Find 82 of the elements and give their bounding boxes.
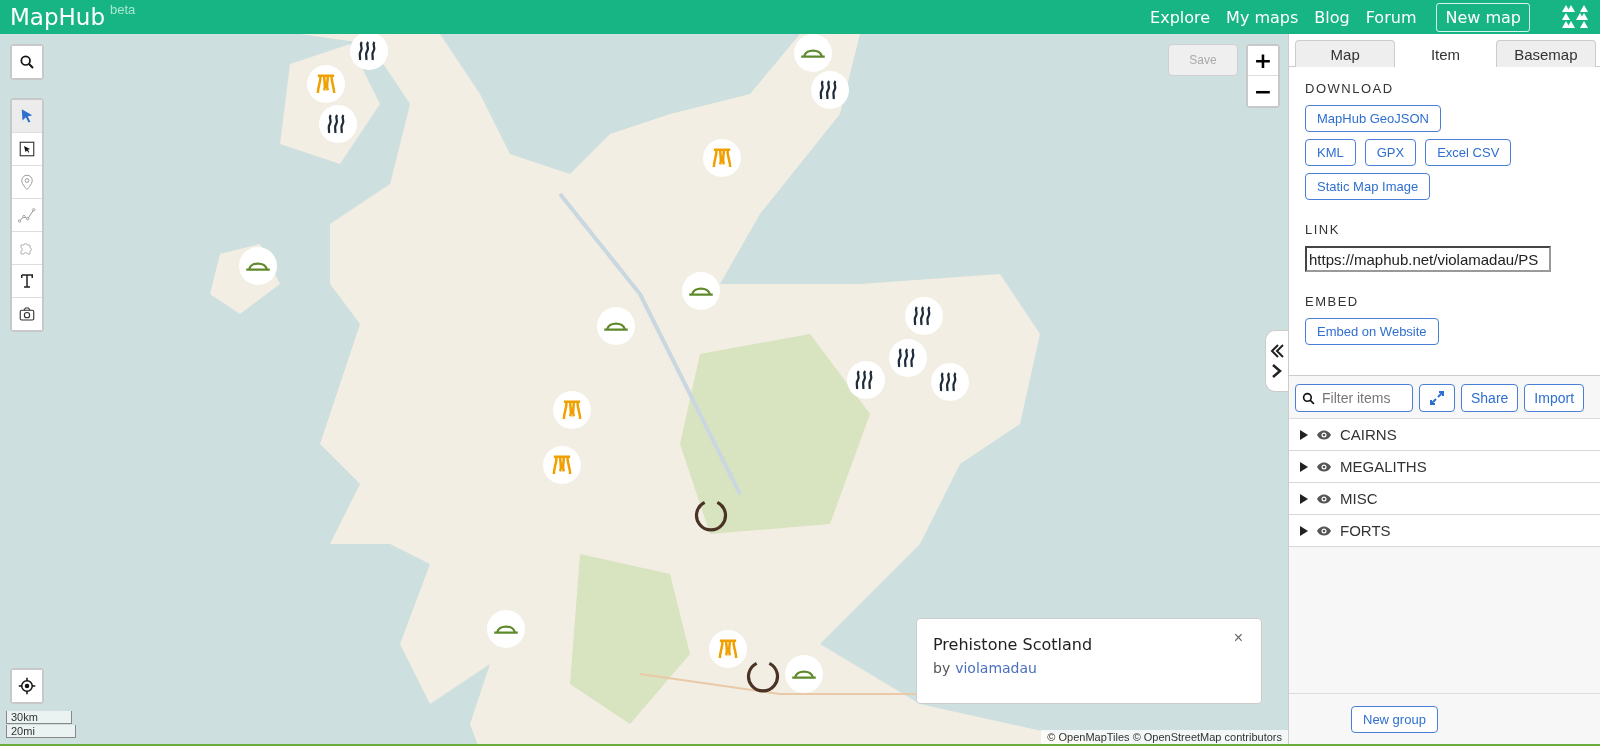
logo[interactable]: MapHub <box>10 4 105 30</box>
cairn-marker-icon[interactable] <box>543 446 581 484</box>
eye-icon[interactable] <box>1316 428 1332 441</box>
nav-link[interactable]: Forum <box>1365 7 1417 27</box>
mound-marker-icon[interactable] <box>487 610 525 648</box>
filter-input[interactable]: Filter items <box>1320 389 1404 407</box>
search-button[interactable] <box>10 44 44 80</box>
new-map-button[interactable]: New map <box>1436 2 1530 32</box>
section-heading: LINK <box>1305 222 1341 237</box>
group-row[interactable]: MEGALITHS <box>1289 451 1600 483</box>
crosshair-icon <box>18 677 36 695</box>
mound-marker-icon[interactable] <box>239 247 277 285</box>
embed-button[interactable]: Embed on Website <box>1305 318 1439 345</box>
panel-toggle[interactable] <box>1265 330 1288 392</box>
standing-stones-marker-icon[interactable] <box>350 34 388 70</box>
text-icon <box>18 272 36 290</box>
group-label: MISC <box>1340 490 1378 507</box>
filter-field[interactable]: Filter items <box>1295 384 1413 412</box>
cairn-marker-icon[interactable] <box>307 65 345 103</box>
group-label: MEGALITHS <box>1340 458 1427 475</box>
chevrons-left-icon <box>1270 343 1284 359</box>
attribution: © OpenMapTiles © OpenStreetMap contributors <box>1041 730 1288 744</box>
scale-bar: 30km <box>6 711 72 724</box>
download-button[interactable]: MapHub GeoJSON <box>1305 105 1441 132</box>
caret-right-icon[interactable] <box>1299 493 1308 504</box>
download-button[interactable]: GPX <box>1364 139 1417 166</box>
scale-bar: 20mi <box>6 725 76 738</box>
mound-marker-icon[interactable] <box>597 307 635 345</box>
section-heading: DOWNLOAD <box>1305 81 1395 96</box>
share-button[interactable]: Share <box>1461 384 1519 412</box>
caret-right-icon[interactable] <box>1299 525 1308 536</box>
nav-link[interactable]: Explore <box>1150 7 1211 27</box>
tab[interactable]: Basemap <box>1495 40 1596 67</box>
mound-marker-icon[interactable] <box>785 655 823 693</box>
nav-link[interactable]: My maps <box>1226 7 1299 27</box>
map-pin-icon <box>18 173 36 191</box>
nav-link[interactable]: Blog <box>1314 7 1350 27</box>
standing-stones-marker-icon[interactable] <box>811 71 849 109</box>
eye-icon[interactable] <box>1316 524 1332 537</box>
eye-icon[interactable] <box>1316 492 1332 505</box>
caret-right-icon[interactable] <box>1299 429 1308 440</box>
eye-icon[interactable] <box>1316 460 1332 473</box>
expand-icon <box>1429 390 1445 406</box>
mound-marker-icon[interactable] <box>682 272 720 310</box>
polyline-icon <box>18 206 36 224</box>
standing-stones-marker-icon[interactable] <box>889 339 927 377</box>
cairn-marker-icon[interactable] <box>553 391 591 429</box>
caret-right-icon[interactable] <box>1299 461 1308 472</box>
section-heading: EMBED <box>1305 294 1360 309</box>
camera-icon <box>18 305 36 323</box>
download-button[interactable]: Static Map Image <box>1305 173 1431 200</box>
tool-button[interactable] <box>12 100 42 133</box>
group-row[interactable]: CAIRNS <box>1289 419 1600 451</box>
arrow-in-square-icon <box>18 140 36 158</box>
standing-stones-marker-icon[interactable] <box>905 297 943 335</box>
by-label: by <box>933 660 951 676</box>
import-button[interactable]: Import <box>1524 384 1585 412</box>
zoom-in-button[interactable]: + <box>1248 46 1278 76</box>
group-label: FORTS <box>1340 522 1391 539</box>
map-title: Prehistone Scotland <box>933 635 1093 654</box>
group-label: CAIRNS <box>1340 426 1397 443</box>
download-button[interactable]: KML <box>1305 139 1356 166</box>
close-button[interactable]: × <box>1233 629 1243 647</box>
tab[interactable]: Map <box>1295 40 1396 67</box>
standing-stones-marker-icon[interactable] <box>847 361 885 399</box>
download-button[interactable]: Excel CSV <box>1425 139 1512 166</box>
standing-stones-marker-icon[interactable] <box>931 363 969 401</box>
mound-marker-icon[interactable] <box>794 34 832 72</box>
search-icon <box>1302 391 1315 405</box>
group-row[interactable]: FORTS <box>1289 515 1600 547</box>
chevron-right-icon <box>1270 363 1284 379</box>
new-group-button[interactable]: New group <box>1351 705 1438 733</box>
author-link[interactable]: violamadau <box>955 660 1037 676</box>
standing-stones-marker-icon[interactable] <box>319 105 357 143</box>
link-field[interactable]: https://maphub.net/violamadau/PS <box>1305 246 1551 272</box>
locate-button[interactable] <box>10 668 44 704</box>
cairn-marker-icon[interactable] <box>709 630 747 668</box>
beta-label: beta <box>110 2 136 17</box>
expand-button[interactable] <box>1419 384 1455 412</box>
group-row[interactable]: MISC <box>1289 483 1600 515</box>
cairn-marker-icon[interactable] <box>703 139 741 177</box>
search-icon <box>19 54 35 70</box>
